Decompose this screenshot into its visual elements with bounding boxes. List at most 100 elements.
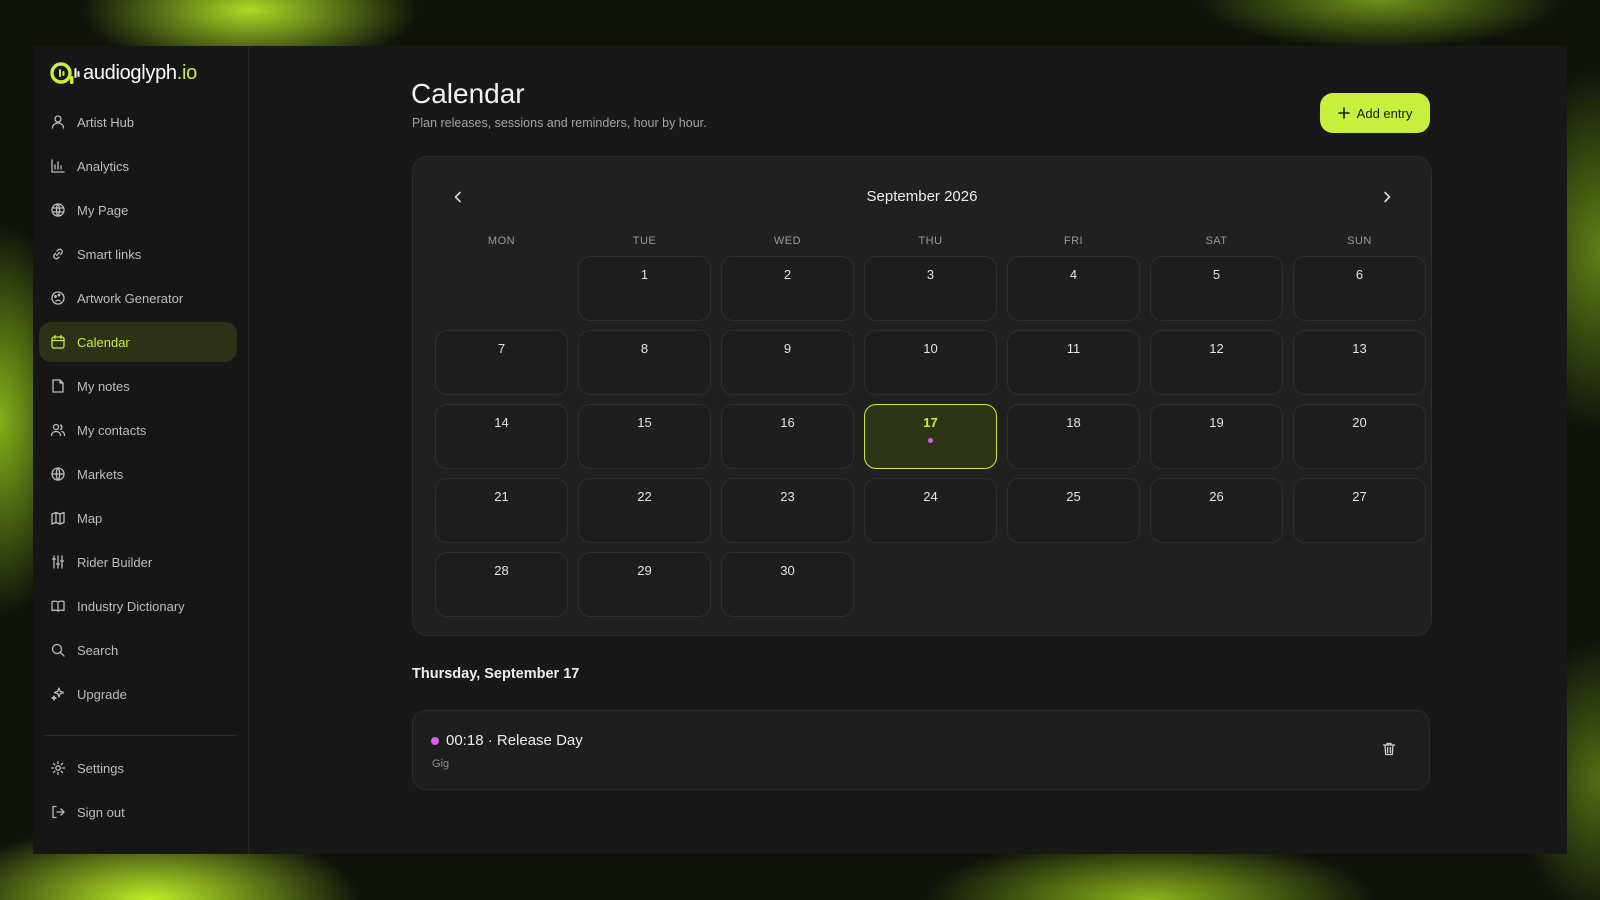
day-cell-4[interactable]: 4 [1007, 256, 1140, 321]
calendar-header: September 2026 [413, 185, 1431, 209]
sidebar-item-rider-builder[interactable]: Rider Builder [39, 542, 237, 582]
page-subtitle: Plan releases, sessions and reminders, h… [412, 116, 707, 130]
day-number: 11 [1066, 341, 1081, 356]
day-number: 14 [494, 415, 509, 430]
event-color-dot [431, 737, 439, 745]
sparkles-icon [50, 686, 66, 702]
sidebar-item-analytics[interactable]: Analytics [39, 146, 237, 186]
calendar-icon [50, 334, 66, 350]
day-number: 15 [637, 415, 652, 430]
day-number: 28 [494, 563, 509, 578]
sidebar: audioglyph.io Artist Hub Analytics My Page… [33, 46, 249, 854]
sidebar-item-label: My Page [77, 202, 129, 218]
day-cell-11[interactable]: 11 [1007, 330, 1140, 395]
day-number: 3 [926, 267, 935, 282]
sidebar-item-label: Sign out [77, 804, 125, 820]
day-cell-29[interactable]: 29 [578, 552, 711, 617]
day-number: 6 [1355, 267, 1364, 282]
day-number: 26 [1209, 489, 1224, 504]
weekday-sun: SUN [1347, 235, 1372, 247]
add-entry-button[interactable]: Add entry [1320, 93, 1430, 133]
sidebar-item-upgrade[interactable]: Upgrade [39, 674, 237, 714]
previous-month-button[interactable] [448, 187, 468, 207]
sidebar-item-industry-dictionary[interactable]: Industry Dictionary [39, 586, 237, 626]
day-cell-24[interactable]: 24 [864, 478, 997, 543]
sidebar-item-label: Search [77, 642, 119, 658]
day-number: 29 [637, 563, 652, 578]
day-number: 25 [1066, 489, 1081, 504]
day-cell-17[interactable]: 17 [864, 404, 997, 469]
day-cell-8[interactable]: 8 [578, 330, 711, 395]
weekday-fri: FRI [1063, 235, 1084, 247]
sidebar-item-markets[interactable]: Markets [39, 454, 237, 494]
day-number: 16 [780, 415, 795, 430]
day-cell-25[interactable]: 25 [1007, 478, 1140, 543]
link-icon [50, 246, 66, 262]
day-number: 13 [1352, 341, 1367, 356]
search-icon [50, 642, 66, 658]
next-month-button[interactable] [1377, 187, 1397, 207]
day-cell-23[interactable]: 23 [721, 478, 854, 543]
day-cell-22[interactable]: 22 [578, 478, 711, 543]
weekday-mon: MON [487, 235, 516, 247]
day-cell-1[interactable]: 1 [578, 256, 711, 321]
day-number: 12 [1209, 341, 1224, 356]
page-title: Calendar [411, 78, 525, 109]
day-cell-19[interactable]: 19 [1150, 404, 1283, 469]
day-cell-16[interactable]: 16 [721, 404, 854, 469]
weekday-header-row: MON TUE WED THU FRI SAT SUN [435, 235, 1426, 247]
trash-icon[interactable] [1381, 741, 1397, 757]
weekday-tue: TUE [632, 235, 657, 247]
day-cell-20[interactable]: 20 [1293, 404, 1426, 469]
day-cell-14[interactable]: 14 [435, 404, 568, 469]
day-number: 22 [637, 489, 652, 504]
day-number: 27 [1352, 489, 1367, 504]
day-cell-6[interactable]: 6 [1293, 256, 1426, 321]
day-number: 19 [1209, 415, 1224, 430]
day-cell-18[interactable]: 18 [1007, 404, 1140, 469]
sidebar-item-label: Upgrade [77, 686, 127, 702]
sidebar-item-my-contacts[interactable]: My contacts [39, 410, 237, 450]
day-cell-27[interactable]: 27 [1293, 478, 1426, 543]
day-cell-7[interactable]: 7 [435, 330, 568, 395]
day-cell-5[interactable]: 5 [1150, 256, 1283, 321]
day-number: 17 [923, 415, 938, 430]
day-cell-12[interactable]: 12 [1150, 330, 1283, 395]
sidebar-item-artwork-generator[interactable]: Artwork Generator [39, 278, 237, 318]
main-content: Calendar Plan releases, sessions and rem… [249, 46, 1567, 854]
sidebar-item-my-notes[interactable]: My notes [39, 366, 237, 406]
sidebar-nav: Artist Hub Analytics My Page Smart links Art… [33, 102, 248, 714]
sidebar-item-map[interactable]: Map [39, 498, 237, 538]
day-cell-9[interactable]: 9 [721, 330, 854, 395]
sidebar-item-label: Artist Hub [77, 114, 135, 130]
sidebar-item-search[interactable]: Search [39, 630, 237, 670]
day-cell-13[interactable]: 13 [1293, 330, 1426, 395]
brand-logo[interactable]: audioglyph.io [50, 58, 248, 88]
note-icon [50, 378, 66, 394]
globe-grid-icon [50, 202, 66, 218]
day-number: 4 [1069, 267, 1078, 282]
sidebar-item-calendar[interactable]: Calendar [39, 322, 237, 362]
day-cell-28[interactable]: 28 [435, 552, 568, 617]
day-cell-10[interactable]: 10 [864, 330, 997, 395]
day-cell-21[interactable]: 21 [435, 478, 568, 543]
sidebar-item-smart-links[interactable]: Smart links [39, 234, 237, 274]
day-grid: 1 2 3 4 5 6 7 8 9 10 11 12 13 14 15 16 17 18 19 20 21 22 23 24 2… [435, 256, 1426, 617]
event-card[interactable]: 00:18 · Release Day Gig [412, 710, 1430, 790]
day-cell-2[interactable]: 2 [721, 256, 854, 321]
sidebar-item-label: Map [77, 510, 103, 526]
day-cell-26[interactable]: 26 [1150, 478, 1283, 543]
day-number: 8 [640, 341, 649, 356]
day-cell-3[interactable]: 3 [864, 256, 997, 321]
sidebar-item-artist-hub[interactable]: Artist Hub [39, 102, 237, 142]
app-window: audioglyph.io Artist Hub Analytics My Page… [33, 46, 1567, 854]
bar-chart-icon [50, 158, 66, 174]
sidebar-item-my-page[interactable]: My Page [39, 190, 237, 230]
sidebar-item-sign-out[interactable]: Sign out [39, 792, 237, 832]
sidebar-item-settings[interactable]: Settings [39, 748, 237, 788]
sign-out-icon [50, 804, 66, 820]
sidebar-item-label: My contacts [77, 422, 147, 438]
day-cell-15[interactable]: 15 [578, 404, 711, 469]
day-cell-30[interactable]: 30 [721, 552, 854, 617]
sidebar-item-label: Industry Dictionary [77, 598, 185, 614]
